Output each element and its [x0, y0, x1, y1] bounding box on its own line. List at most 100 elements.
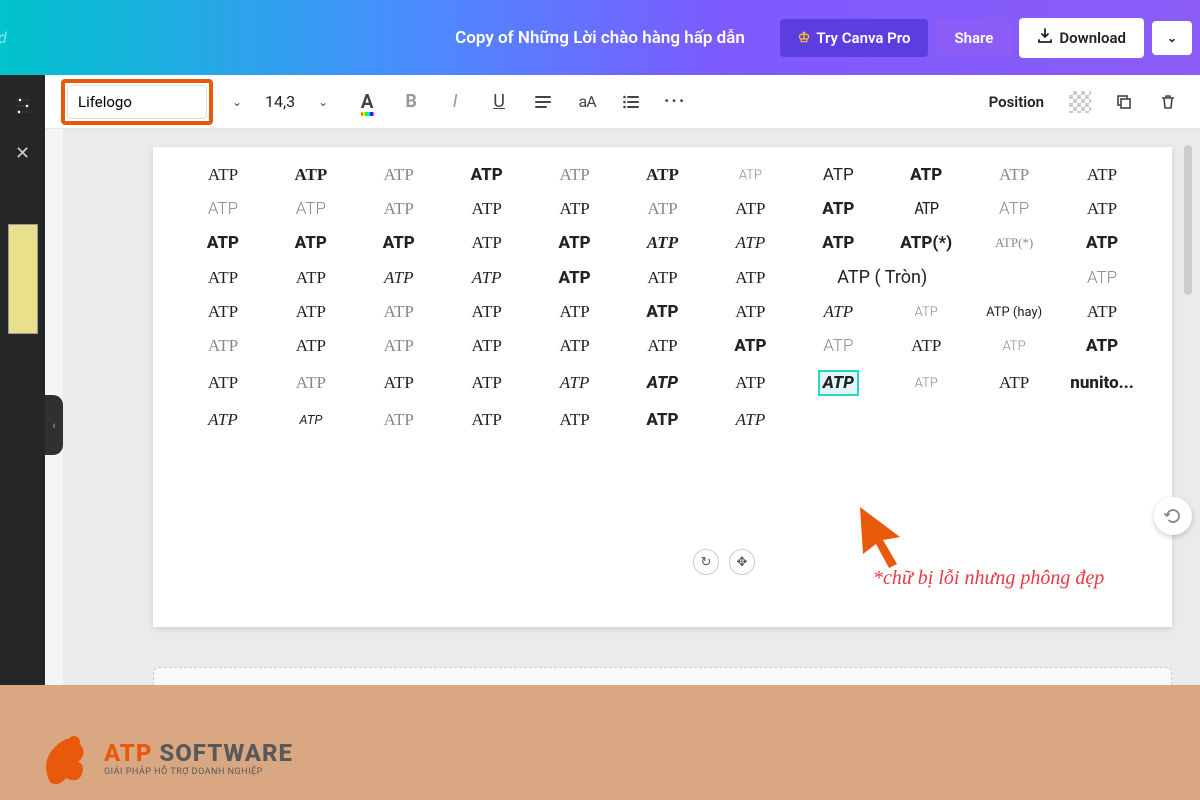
font-sample[interactable]: ATP	[447, 233, 527, 253]
font-sample[interactable]: ATP	[623, 268, 703, 288]
close-panel-button[interactable]: ✕	[15, 143, 30, 164]
font-sample[interactable]: ATP	[359, 199, 439, 219]
font-sample[interactable]: ATP	[710, 302, 790, 322]
font-sample[interactable]: ATP	[447, 373, 527, 393]
font-sample[interactable]: ATP	[886, 376, 966, 391]
font-sample[interactable]: ATP	[535, 302, 615, 322]
font-sample[interactable]: ATP	[271, 199, 351, 219]
font-sample[interactable]: ATP	[535, 165, 615, 185]
font-sample[interactable]: ATP	[623, 165, 703, 185]
font-sample[interactable]: ATP	[183, 302, 263, 322]
font-sample[interactable]: ATP	[1062, 336, 1142, 356]
download-options-button[interactable]: ⌄	[1152, 21, 1192, 55]
design-canvas[interactable]: ATP ATP ATP ATP ATP ATP ATP ATP ATP ATP ATP ATP ATP A…	[153, 147, 1172, 627]
font-sample[interactable]: ATP	[359, 268, 439, 288]
font-sample[interactable]: ATP	[447, 302, 527, 322]
download-button[interactable]: Download	[1019, 18, 1144, 58]
font-sample[interactable]: ATP	[974, 339, 1054, 354]
font-sample[interactable]: ATP	[710, 233, 790, 253]
font-sample[interactable]: ATP	[623, 199, 703, 219]
font-sample[interactable]: ATP(*)	[886, 233, 966, 253]
duplicate-button[interactable]	[1104, 82, 1144, 122]
rotate-handle[interactable]: ↻	[693, 549, 719, 575]
font-sample[interactable]: ATP	[798, 336, 878, 356]
font-sample[interactable]: ATP	[535, 199, 615, 219]
document-title[interactable]: Copy of Những Lời chào hàng hấp dẫn	[455, 28, 745, 48]
font-sample[interactable]: ATP	[535, 233, 615, 253]
font-sample[interactable]: ATP	[798, 370, 878, 396]
font-sample[interactable]: ATP	[623, 233, 703, 253]
font-sample[interactable]: ATP	[710, 268, 790, 288]
bold-button[interactable]: B	[391, 82, 431, 122]
transparency-button[interactable]	[1060, 82, 1100, 122]
font-sample[interactable]: ATP	[710, 410, 790, 430]
delete-button[interactable]	[1148, 82, 1188, 122]
share-button[interactable]: Share	[936, 19, 1011, 57]
font-sample[interactable]: ATP	[535, 373, 615, 393]
font-sample[interactable]: ATP	[359, 233, 439, 253]
font-sample[interactable]: ATP	[623, 302, 703, 322]
font-sample[interactable]: ATP	[183, 233, 263, 253]
font-sample[interactable]: ATP	[710, 336, 790, 356]
position-button[interactable]: Position	[977, 93, 1056, 111]
font-sample[interactable]: ATP	[359, 336, 439, 356]
font-sample[interactable]: ATP	[271, 165, 351, 185]
font-sample[interactable]: ATP	[623, 373, 703, 393]
font-sample[interactable]: ATP	[359, 302, 439, 322]
font-sample[interactable]: ATP	[886, 336, 966, 356]
font-sample[interactable]: ATP	[886, 165, 966, 185]
font-sample[interactable]: ATP	[359, 373, 439, 393]
font-sample[interactable]: ATP	[974, 199, 1054, 219]
font-sample[interactable]: ATP	[798, 199, 878, 219]
font-family-dropdown-button[interactable]: ⌄	[217, 82, 257, 122]
font-sample[interactable]: ATP	[535, 336, 615, 356]
font-sample[interactable]: ATP	[183, 373, 263, 393]
font-sample[interactable]: ATP	[271, 233, 351, 253]
font-sample[interactable]: ATP	[271, 373, 351, 393]
scrollbar-thumb[interactable]	[1184, 145, 1192, 295]
font-sample[interactable]: ATP	[1062, 199, 1142, 219]
font-size-dropdown-button[interactable]: ⌄	[303, 82, 343, 122]
try-canva-pro-button[interactable]: Try Canva Pro	[780, 19, 929, 57]
font-sample[interactable]: ATP	[623, 410, 703, 430]
font-sample[interactable]: ATP	[183, 336, 263, 356]
font-sample[interactable]: ATP	[359, 165, 439, 185]
vertical-scrollbar[interactable]	[1184, 135, 1194, 635]
underline-button[interactable]: U	[479, 82, 519, 122]
font-sample[interactable]: ATP	[798, 233, 878, 253]
font-sample[interactable]: ATP	[623, 336, 703, 356]
font-sample[interactable]: ATP	[271, 268, 351, 288]
font-size-value[interactable]: 14,3	[261, 92, 299, 111]
font-sample[interactable]: ATP	[798, 302, 878, 322]
font-sample[interactable]: ATP	[798, 165, 878, 185]
list-button[interactable]	[611, 82, 651, 122]
font-sample[interactable]: ATP	[1062, 302, 1142, 322]
font-sample[interactable]: ATP	[447, 165, 527, 185]
font-sample[interactable]: ATP	[447, 410, 527, 430]
font-sample[interactable]: ATP	[447, 268, 527, 288]
font-sample[interactable]: ATP	[710, 373, 790, 393]
font-sample[interactable]: ATP	[535, 268, 615, 288]
font-sample[interactable]: ATP	[271, 302, 351, 322]
font-sample[interactable]: ATP	[271, 413, 351, 428]
font-sample[interactable]: ATP	[710, 199, 790, 219]
font-sample[interactable]: ATP	[1062, 233, 1142, 253]
font-sample[interactable]: ATP ( Tròn)	[798, 267, 966, 288]
font-sample[interactable]: ATP	[447, 336, 527, 356]
font-sample[interactable]: ATP	[183, 410, 263, 430]
font-family-select[interactable]: Lifelogo	[67, 85, 207, 119]
font-sample[interactable]: ATP	[183, 199, 263, 219]
adjustments-icon[interactable]	[12, 95, 32, 115]
font-sample[interactable]: ATP	[974, 165, 1054, 185]
font-sample[interactable]: ATP	[886, 305, 966, 320]
more-options-button[interactable]: ···	[655, 82, 695, 122]
font-sample[interactable]: ATP (hay)	[974, 305, 1054, 320]
font-sample[interactable]: ATP	[447, 199, 527, 219]
collapse-rail-button[interactable]: ‹	[45, 395, 63, 455]
font-sample[interactable]: ATP(*)	[974, 235, 1054, 251]
text-case-button[interactable]: aA	[567, 82, 607, 122]
italic-button[interactable]: I	[435, 82, 475, 122]
font-sample[interactable]: ATP	[1062, 165, 1142, 185]
font-sample[interactable]: ATP	[183, 165, 263, 185]
font-sample[interactable]: nunito...	[1062, 373, 1142, 393]
